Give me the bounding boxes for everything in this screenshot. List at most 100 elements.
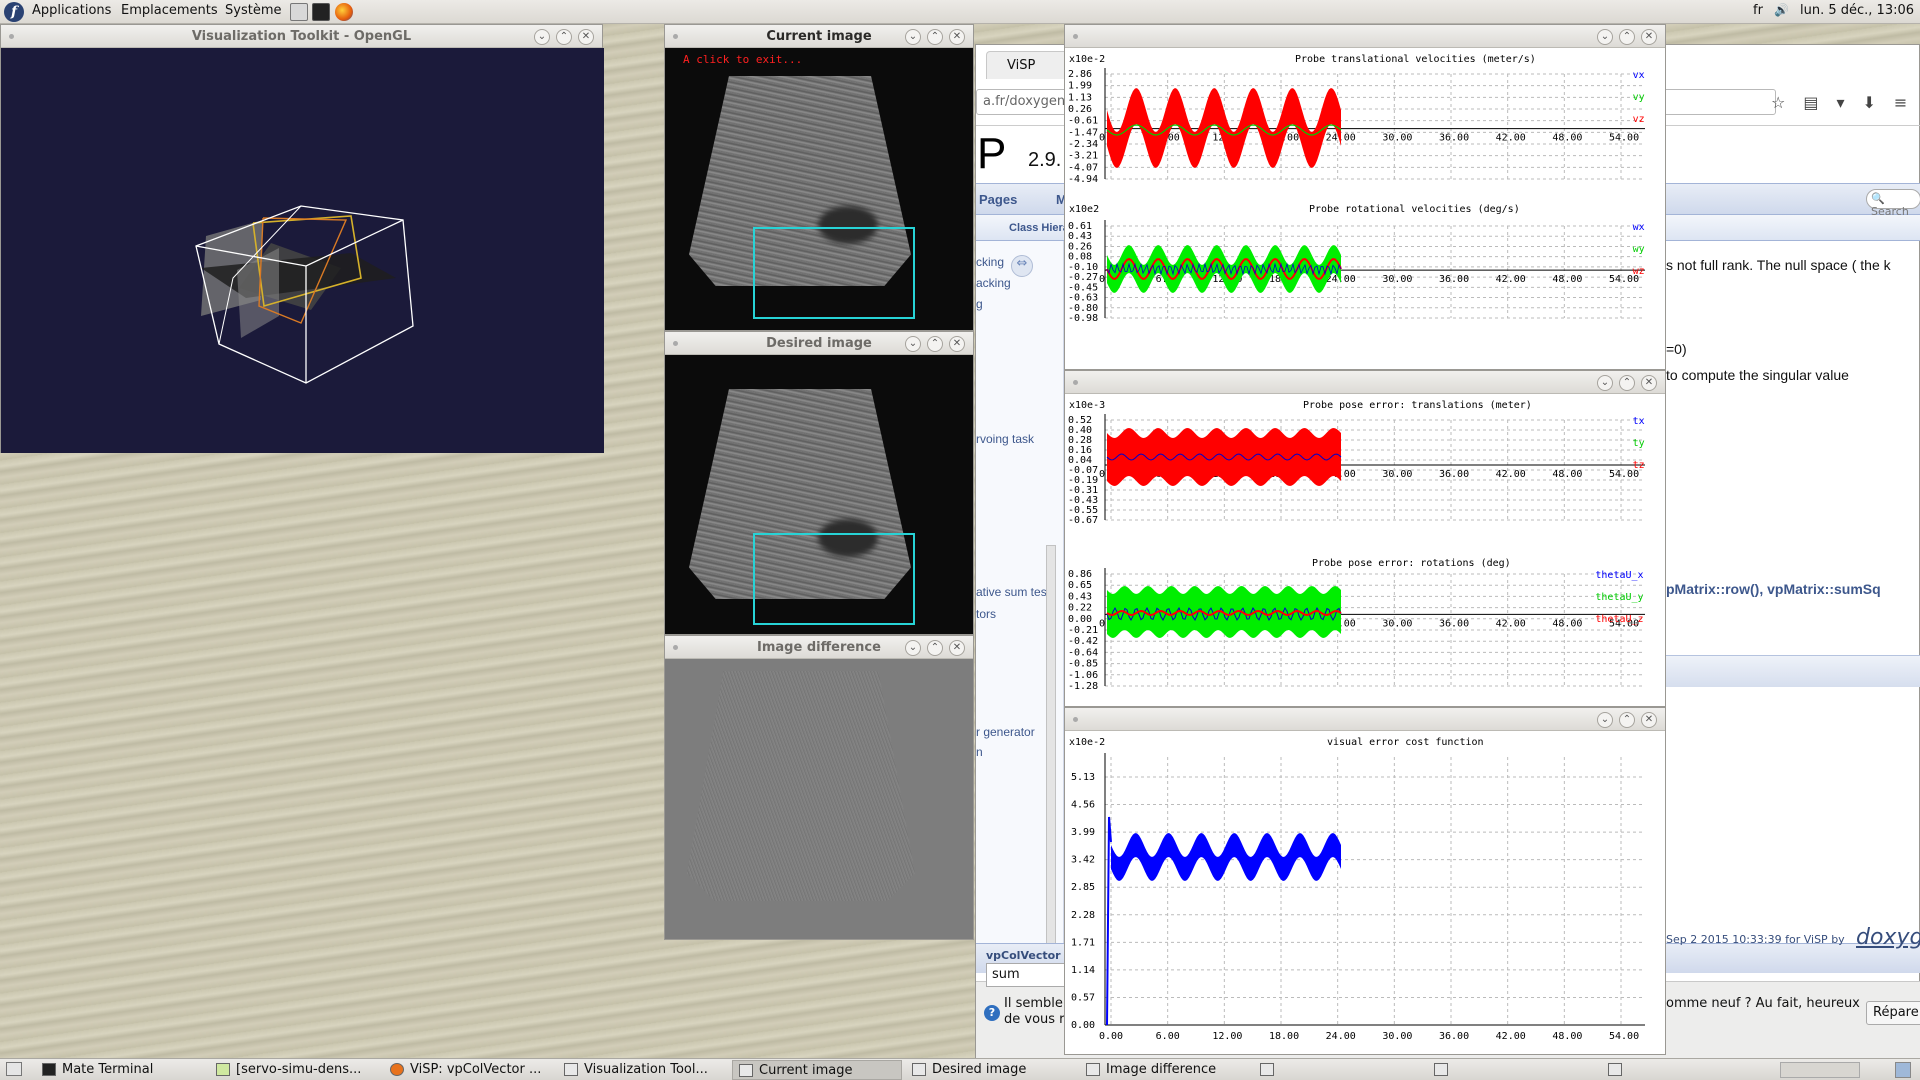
x-tick-label: 36.00 (1439, 133, 1469, 144)
close-button[interactable]: ✕ (1641, 375, 1657, 391)
sidebar-scrollbar[interactable] (1046, 545, 1056, 945)
nav-pages[interactable]: Pages (979, 192, 1017, 207)
close-button[interactable]: ✕ (949, 640, 965, 656)
current-ultrasound-image[interactable]: A click to exit... (665, 48, 973, 330)
firefox-launcher-icon[interactable] (335, 3, 353, 21)
desired-image-titlebar[interactable]: Desired image ⌄ ⌃ ✕ (665, 332, 973, 355)
pose-error-plot-titlebar[interactable]: ⌄ ⌃ ✕ (1065, 371, 1665, 394)
matrix-reference-links[interactable]: pMatrix::row(), vpMatrix::sumSq (1666, 581, 1881, 597)
x-tick-label: 54.00 (1609, 133, 1639, 144)
maximize-button[interactable]: ⌃ (1619, 375, 1635, 391)
y-tick-label: -0.85 (1068, 659, 1098, 670)
text-editor-launcher-icon[interactable] (290, 3, 308, 21)
close-button[interactable]: ✕ (1641, 712, 1657, 728)
difference-image[interactable] (665, 659, 973, 939)
pose-error-plot-area[interactable]: x10e-3 Probe pose error: translations (m… (1065, 394, 1665, 706)
cost-series (1111, 833, 1341, 881)
cost-rise (1106, 816, 1112, 1026)
menu-applications[interactable]: Applications (32, 3, 111, 18)
minimize-button[interactable]: ⌄ (1597, 29, 1613, 45)
minimize-button[interactable]: ⌄ (905, 640, 921, 656)
trash-icon[interactable] (1895, 1062, 1911, 1078)
task-desired-image[interactable]: Desired image (906, 1060, 1076, 1080)
roi-rectangle (753, 533, 915, 625)
cost-plot-window: ⌄ ⌃ ✕ x10e-2 visual error cost function … (1064, 707, 1666, 1055)
difference-image-titlebar[interactable]: Image difference ⌄ ⌃ ✕ (665, 636, 973, 659)
show-desktop-icon[interactable] (6, 1062, 22, 1076)
sidebar-link[interactable]: ative sum test (976, 585, 1050, 599)
y-tick-label: -4.07 (1068, 162, 1098, 173)
task-current-image[interactable]: Current image (732, 1060, 902, 1080)
current-image-titlebar[interactable]: Current image ⌄ ⌃ ✕ (665, 25, 973, 48)
sidebar-link[interactable]: acking (976, 276, 1011, 290)
toolbar-icons[interactable]: ☆▤▾⬇≡ (1771, 93, 1911, 112)
desired-image-window: Desired image ⌄ ⌃ ✕ (664, 331, 974, 635)
find-value: sum (992, 967, 1020, 982)
menu-places[interactable]: Emplacements (121, 3, 218, 18)
difference-image-window: Image difference ⌄ ⌃ ✕ (664, 635, 974, 940)
task-visualization-toolkit[interactable]: Visualization Tool... (558, 1060, 728, 1080)
minimize-button[interactable]: ⌄ (905, 29, 921, 45)
maximize-button[interactable]: ⌃ (1619, 712, 1635, 728)
footer-class-name[interactable]: vpColVector (986, 949, 1061, 962)
close-button[interactable]: ✕ (949, 336, 965, 352)
repair-button[interactable]: Répare (1866, 1001, 1920, 1025)
task-plot-window[interactable] (1254, 1060, 1424, 1080)
maximize-button[interactable]: ⌃ (556, 29, 572, 45)
sidebar-link[interactable]: n (976, 745, 983, 759)
task-plot-window[interactable] (1602, 1060, 1772, 1080)
volume-slices-render (195, 205, 414, 384)
velocity-plot-area[interactable]: x10e-2 Probe translational velocities (m… (1065, 48, 1665, 369)
pose-error-plots-svg: x10e-3 Probe pose error: translations (m… (1068, 400, 1645, 692)
menu-system[interactable]: Système (225, 3, 281, 18)
sidebar-link[interactable]: g (976, 297, 983, 311)
exit-hint: A click to exit... (683, 53, 803, 66)
maximize-button[interactable]: ⌃ (927, 640, 943, 656)
x-tick-label: 36.00 (1439, 469, 1469, 480)
sidebar-link[interactable]: r generator (976, 725, 1035, 739)
current-image-window: Current image ⌄ ⌃ ✕ A click to exit... (664, 24, 974, 331)
sidebar-link[interactable]: cking (976, 255, 1004, 269)
legend-label: ty (1633, 438, 1645, 449)
maximize-button[interactable]: ⌃ (927, 29, 943, 45)
sync-toggle-icon[interactable]: ⇔ (1011, 255, 1033, 277)
vtk-titlebar[interactable]: Visualization Toolkit - OpenGL ⌄ ⌃ ✕ (1, 25, 602, 48)
maximize-button[interactable]: ⌃ (927, 336, 943, 352)
cost-plot-area[interactable]: x10e-2 visual error cost function 5.13 4.… (1065, 731, 1665, 1054)
close-button[interactable]: ✕ (949, 29, 965, 45)
graph2-exponent: x10e2 (1069, 204, 1099, 215)
sidebar-link[interactable]: tors (976, 607, 996, 621)
terminal-launcher-icon[interactable] (312, 3, 330, 21)
task-image-difference[interactable]: Image difference (1080, 1060, 1250, 1080)
task-label: Desired image (932, 1062, 1027, 1077)
minimize-button[interactable]: ⌄ (1597, 375, 1613, 391)
task-servo-simu[interactable]: [servo-simu-dens... (210, 1060, 380, 1080)
desired-ultrasound-image[interactable] (665, 355, 973, 634)
doxygen-logo[interactable]: doxyg (1856, 925, 1920, 950)
minimize-button[interactable]: ⌄ (1597, 712, 1613, 728)
task-plot-window[interactable] (1428, 1060, 1598, 1080)
task-label: Current image (759, 1063, 853, 1078)
velocity-plot-titlebar[interactable]: ⌄ ⌃ ✕ (1065, 25, 1665, 48)
velocity-plots-svg: x10e-2 Probe translational velocities (m… (1068, 54, 1645, 324)
sidebar-link[interactable]: rvoing task (976, 432, 1034, 446)
legend-label: thetaU_y (1595, 592, 1643, 603)
minimize-button[interactable]: ⌄ (905, 336, 921, 352)
close-button[interactable]: ✕ (578, 29, 594, 45)
doc-search-box[interactable]: 🔍 Search (1866, 189, 1920, 218)
minimize-button[interactable]: ⌄ (534, 29, 550, 45)
cost-plot-titlebar[interactable]: ⌄ ⌃ ✕ (1065, 708, 1665, 731)
maximize-button[interactable]: ⌃ (1619, 29, 1635, 45)
task-mate-terminal[interactable]: Mate Terminal (36, 1060, 206, 1080)
clock[interactable]: lun. 5 déc., 13:06 (1800, 3, 1914, 18)
nav-class-hierarchy[interactable]: Class Hiera (1009, 222, 1069, 234)
workspace-switcher[interactable] (1780, 1062, 1860, 1078)
vtk-render-view[interactable] (1, 48, 604, 453)
close-button[interactable]: ✕ (1641, 29, 1657, 45)
task-visp-browser[interactable]: ViSP: vpColVector ... (384, 1060, 554, 1080)
legend-label: tz (1633, 460, 1645, 471)
keyboard-layout-indicator[interactable]: fr (1753, 3, 1763, 18)
volume-icon[interactable]: 🔊 (1774, 3, 1789, 17)
y-tick-label: -0.61 (1068, 116, 1098, 127)
fedora-logo-icon[interactable]: f (4, 2, 24, 22)
